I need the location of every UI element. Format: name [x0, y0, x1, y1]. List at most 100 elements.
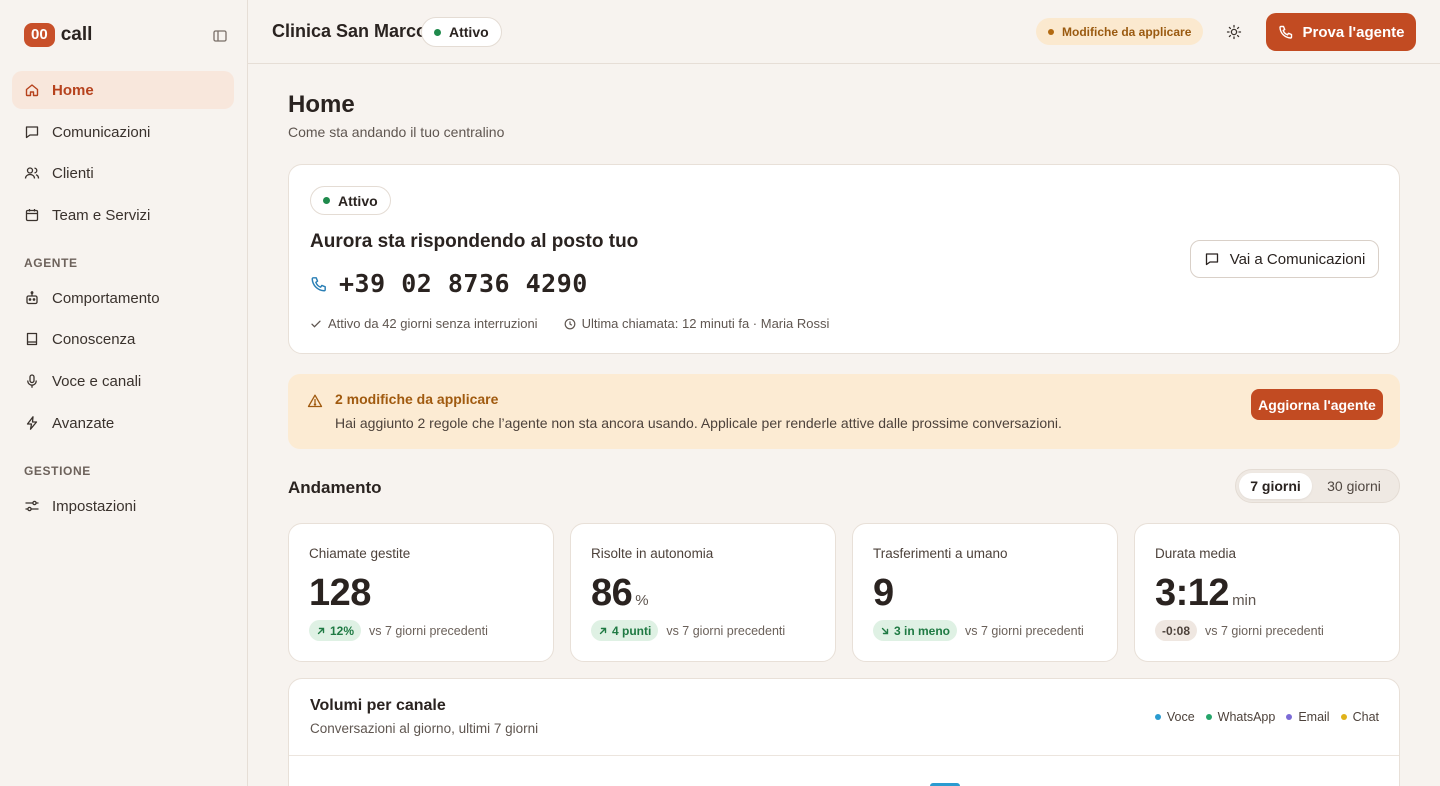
- sidebar-item-label: Avanzate: [52, 414, 115, 432]
- mic-icon: [24, 373, 40, 389]
- sidebar-item-label: Team e Servizi: [52, 206, 151, 224]
- arrow-up-right-icon: [316, 626, 326, 636]
- users-icon: [24, 165, 40, 181]
- status-badge: Attivo: [421, 17, 502, 47]
- kpi-value: 128: [309, 572, 371, 615]
- brand-badge: 00: [24, 23, 55, 47]
- book-icon: [24, 331, 40, 347]
- kpi-card-duration: Durata media 3:12 min -0:08 vs 7 giorni p…: [1134, 523, 1400, 662]
- sidebar-item-home[interactable]: Home: [12, 71, 234, 109]
- sidebar-item-label: Voce e canali: [52, 372, 142, 390]
- brand-logo[interactable]: 00 call: [24, 23, 92, 47]
- chart-subtitle: Conversazioni al giorno, ultimi 7 giorni: [310, 721, 539, 736]
- status-dot-icon: [434, 28, 441, 36]
- sidebar-item-label: Comunicazioni: [52, 123, 151, 141]
- try-agent-label: Prova l'agente: [1302, 23, 1405, 41]
- pending-dot-icon: [1048, 28, 1054, 35]
- kpi-label: Chiamate gestite: [309, 546, 411, 561]
- sliders-icon: [24, 498, 40, 514]
- section-label-gestione: GESTIONE: [24, 464, 91, 478]
- kpi-value: 86%: [591, 572, 649, 615]
- kpi-label: Trasferimenti a umano: [873, 546, 1008, 561]
- update-agent-button[interactable]: Aggiorna l'agente: [1251, 389, 1383, 420]
- legend-dot-icon: [1154, 714, 1161, 720]
- kpi-card-autonomous: Risolte in autonomia 86% 4 punti vs 7 gi…: [570, 523, 836, 662]
- kpi-number: 9: [873, 572, 894, 614]
- agent-phone-row: +39 02 8736 4290: [310, 269, 588, 298]
- range-7-days[interactable]: 7 giorni: [1239, 473, 1312, 499]
- sidebar: 00 call Home Comunicazioni Clienti Team …: [0, 0, 248, 786]
- uptime-text: Attivo da 42 giorni senza interruzioni: [328, 316, 538, 331]
- sidebar-item-team-servizi[interactable]: Team e Servizi: [12, 196, 234, 234]
- sidebar-item-label: Home: [52, 81, 94, 99]
- last-call-text: Ultima chiamata: 12 minuti fa · Maria Ro…: [581, 316, 830, 331]
- delta-badge: 3 in meno: [873, 620, 958, 641]
- sidebar-item-impostazioni[interactable]: Impostazioni: [12, 487, 234, 525]
- sidebar-item-conoscenza[interactable]: Conoscenza: [12, 320, 234, 358]
- delta-compare: vs 7 giorni precedenti: [666, 623, 786, 638]
- legend-dot-icon: [1205, 714, 1212, 720]
- delta-value: 4 punti: [612, 623, 652, 638]
- legend-dot-icon: [1286, 714, 1293, 720]
- bolt-icon: [24, 415, 40, 431]
- delta-compare: vs 7 giorni precedenti: [965, 623, 1084, 638]
- chart-divider: [289, 755, 1399, 756]
- sidebar-toggle-icon[interactable]: [212, 28, 228, 44]
- go-to-communications-button[interactable]: Vai a Comunicazioni: [1190, 240, 1379, 278]
- delta-value: -0:08: [1162, 623, 1191, 638]
- legend-label: WhatsApp: [1217, 710, 1276, 724]
- kpi-unit: %: [635, 592, 649, 609]
- brand-name: call: [60, 24, 93, 45]
- sidebar-item-comportamento[interactable]: Comportamento: [12, 279, 234, 317]
- status-label: Attivo: [449, 24, 489, 40]
- sidebar-item-avanzate[interactable]: Avanzate: [12, 404, 234, 442]
- delta-value: 3 in meno: [894, 623, 951, 638]
- sun-icon[interactable]: [1226, 24, 1242, 40]
- legend-label: Chat: [1352, 710, 1379, 724]
- kpi-label: Risolte in autonomia: [591, 546, 714, 561]
- legend-item-chat[interactable]: Chat: [1340, 710, 1379, 724]
- page-title: Home: [288, 91, 355, 118]
- section-label-agente: AGENTE: [24, 256, 78, 270]
- agent-status-card: Attivo Aurora sta rispondendo al posto t…: [288, 164, 1400, 354]
- kpi-card-calls: Chiamate gestite 128 12% vs 7 giorni pre…: [288, 523, 554, 662]
- legend-item-voce[interactable]: Voce: [1154, 710, 1195, 724]
- legend-item-email[interactable]: Email: [1286, 710, 1330, 724]
- delta-compare: vs 7 giorni precedenti: [1205, 623, 1324, 638]
- arrow-up-right-icon: [598, 626, 608, 636]
- arrow-down-right-icon: [880, 626, 890, 636]
- kpi-card-transfers: Trasferimenti a umano 9 3 in meno vs 7 g…: [852, 523, 1118, 662]
- range-selector: 7 giorni 30 giorni: [1235, 469, 1400, 503]
- sidebar-item-voce-canali[interactable]: Voce e canali: [12, 362, 234, 400]
- chart-title: Volumi per canale: [310, 697, 446, 714]
- delta-value: 12%: [330, 623, 355, 638]
- alert-title: 2 modifiche da applicare: [335, 391, 499, 407]
- message-icon: [24, 124, 40, 140]
- pending-changes-badge[interactable]: Modifiche da applicare: [1036, 18, 1204, 45]
- chart-legend: Voce WhatsApp Email Chat: [1154, 710, 1379, 724]
- kpi-number: 3:12: [1155, 572, 1230, 614]
- go-to-communications-label: Vai a Comunicazioni: [1229, 250, 1366, 268]
- sidebar-item-comunicazioni[interactable]: Comunicazioni: [12, 113, 234, 151]
- trend-title: Andamento: [288, 478, 382, 497]
- try-agent-button[interactable]: Prova l'agente: [1266, 13, 1416, 51]
- agent-phone-number[interactable]: +39 02 8736 4290: [339, 269, 588, 298]
- legend-dot-icon: [1340, 714, 1347, 720]
- phone-icon: [310, 275, 328, 293]
- kpi-number: 128: [309, 572, 371, 614]
- pending-label: Modifiche da applicare: [1062, 24, 1192, 39]
- kpi-value: 9: [873, 572, 894, 615]
- clock-icon: [564, 318, 576, 330]
- agent-status-label: Attivo: [338, 192, 378, 209]
- message-icon: [1204, 251, 1220, 267]
- legend-item-whatsapp[interactable]: WhatsApp: [1205, 710, 1276, 724]
- phone-icon: [1278, 24, 1294, 40]
- page-subtitle: Come sta andando il tuo centralino: [288, 124, 505, 140]
- kpi-delta: 4 punti vs 7 giorni precedenti: [591, 620, 785, 641]
- sidebar-item-clienti[interactable]: Clienti: [12, 154, 234, 192]
- delta-badge: -0:08: [1155, 620, 1198, 641]
- alert-text: Hai aggiunto 2 regole che l’agente non s…: [335, 415, 1062, 431]
- range-30-days[interactable]: 30 giorni: [1312, 473, 1396, 499]
- status-dot-icon: [323, 197, 330, 204]
- sidebar-item-label: Impostazioni: [52, 497, 137, 515]
